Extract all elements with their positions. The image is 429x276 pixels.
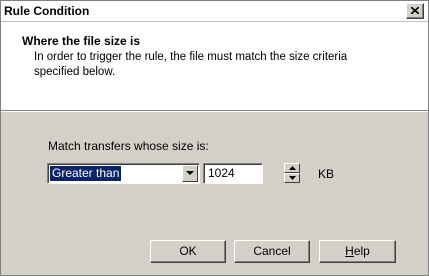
size-value: 1024 <box>208 166 235 180</box>
spin-up-icon <box>289 166 296 170</box>
ok-button[interactable]: OK <box>150 240 226 263</box>
header-title: Where the file size is <box>22 34 141 48</box>
dialog-header: Where the file size is In order to trigg… <box>1 22 428 110</box>
spin-down-button[interactable] <box>284 173 300 183</box>
match-label: Match transfers whose size is: <box>48 139 209 153</box>
title-bar[interactable]: Rule Condition <box>1 1 428 22</box>
spin-up-button[interactable] <box>284 163 300 173</box>
header-separator <box>1 110 428 112</box>
rule-condition-dialog: Rule Condition Where the file size is In… <box>0 0 429 276</box>
close-icon <box>411 7 419 14</box>
help-button[interactable]: Help <box>319 240 396 263</box>
window-title: Rule Condition <box>4 4 90 18</box>
header-description: In order to trigger the rule, the file m… <box>34 51 348 78</box>
spin-down-icon <box>289 176 296 180</box>
comparison-dropdown[interactable]: Greater than <box>47 163 200 184</box>
close-button[interactable] <box>406 3 424 19</box>
chevron-down-icon <box>186 171 194 175</box>
size-unit-label: KB <box>318 167 335 181</box>
size-input[interactable]: 1024 <box>203 163 263 184</box>
dropdown-button[interactable] <box>182 165 198 182</box>
cancel-button[interactable]: Cancel <box>234 240 310 263</box>
comparison-selected-value: Greater than <box>50 166 122 181</box>
size-spinner[interactable] <box>284 163 300 183</box>
